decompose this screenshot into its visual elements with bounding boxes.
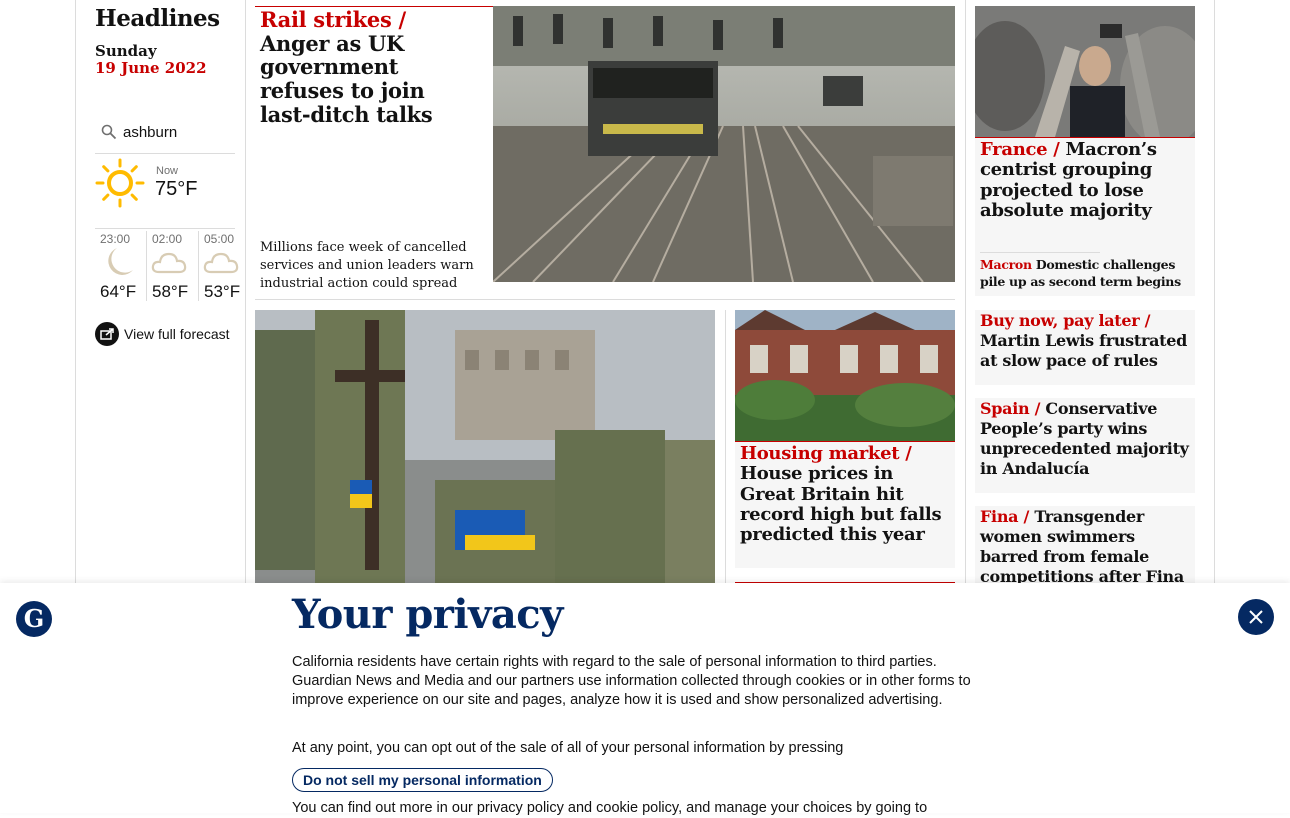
story-card-housing[interactable]: Housing market / House prices in Great B… — [735, 310, 955, 568]
guardian-logo-icon: G — [16, 601, 52, 637]
forecast-time: 05:00 — [204, 232, 235, 246]
macron-photo — [975, 6, 1195, 137]
section-title: Headlines — [95, 5, 220, 32]
external-link-icon — [95, 322, 119, 346]
current-temperature: 75°F — [155, 178, 198, 200]
forecast-hour: 02:00 58°F — [147, 229, 195, 301]
story-headline: France / Macron’s centrist grouping proj… — [980, 139, 1192, 221]
forecast-hour: 23:00 64°F — [95, 229, 143, 301]
sublink-kicker: Macron — [980, 257, 1032, 272]
story-card-ukraine[interactable] — [255, 310, 715, 590]
sublink[interactable]: Macron Domestic challenges pile up as se… — [980, 256, 1192, 290]
date: 19 June 2022 — [95, 59, 207, 77]
section-rule — [735, 441, 955, 442]
story-card-rail-strikes[interactable]: Rail strikes / Anger as UK government re… — [255, 6, 955, 296]
forecast-temp: 64°F — [100, 282, 137, 301]
story-card-france[interactable]: France / Macron’s centrist grouping proj… — [975, 6, 1195, 296]
cloud-icon — [151, 252, 187, 274]
forecast-temp: 58°F — [152, 282, 189, 301]
story-headline: Rail strikes / Anger as UK government re… — [260, 8, 480, 127]
forecast-hour: 05:00 53°F — [199, 229, 247, 301]
moon-icon — [108, 248, 133, 275]
story-card-bnpl[interactable]: Buy now, pay later / Martin Lewis frustr… — [975, 310, 1195, 385]
story-kicker: Fina / — [980, 507, 1030, 526]
section-rule — [975, 137, 1195, 138]
story-kicker: Spain / — [980, 399, 1041, 418]
story-kicker: France / — [980, 139, 1060, 160]
privacy-banner: G Your privacy California residents have… — [0, 583, 1290, 816]
cloud-icon — [203, 252, 239, 274]
weekday: Sunday — [95, 42, 157, 60]
story-headline: Housing market / House prices in Great B… — [740, 443, 952, 546]
row-divider — [255, 299, 955, 300]
now-label: Now — [156, 165, 179, 177]
story-card-fina[interactable]: Fina / Transgender women swimmers barred… — [975, 506, 1195, 606]
view-forecast-link[interactable]: View full forecast — [95, 322, 230, 346]
close-icon — [1249, 610, 1263, 624]
close-banner-button[interactable] — [1238, 599, 1274, 635]
location-input[interactable] — [123, 124, 233, 141]
story-kicker: Housing market / — [740, 443, 912, 464]
privacy-text: California residents have certain rights… — [292, 654, 971, 708]
story-headline: Buy now, pay later / Martin Lewis frustr… — [980, 311, 1192, 371]
story-headline-text: Martin Lewis frustrated at slow pace of … — [980, 331, 1188, 370]
location-search — [95, 118, 235, 154]
sun-icon — [95, 158, 145, 208]
privacy-optout-text: At any point, you can opt out of the sal… — [292, 740, 844, 756]
story-headline-text: Anger as UK government refuses to join l… — [260, 30, 433, 127]
column-divider — [725, 310, 726, 590]
sublink-divider — [980, 252, 1100, 253]
story-card-spain[interactable]: Spain / Conservative People’s party wins… — [975, 398, 1195, 493]
forecast-time: 02:00 — [152, 232, 183, 246]
ukraine-funeral-photo — [255, 310, 715, 590]
story-headline: Spain / Conservative People’s party wins… — [980, 399, 1192, 479]
forecast-temp: 53°F — [204, 282, 241, 301]
privacy-title: Your privacy — [292, 591, 563, 638]
column-divider — [965, 0, 966, 590]
story-headline-text: House prices in Great Britain hit record… — [740, 463, 942, 546]
houses-photo — [735, 310, 955, 441]
rail-photo — [493, 6, 955, 282]
do-not-sell-button[interactable]: Do not sell my personal information — [292, 768, 553, 792]
story-kicker: Buy now, pay later / — [980, 311, 1151, 330]
view-forecast-label: View full forecast — [124, 326, 230, 342]
privacy-policy-text: You can find out more in our privacy pol… — [292, 800, 928, 816]
search-icon — [101, 124, 117, 140]
story-kicker: Rail strikes / — [260, 7, 406, 32]
forecast-time: 23:00 — [100, 232, 131, 246]
story-standfirst: Millions face week of cancelled services… — [260, 240, 474, 291]
